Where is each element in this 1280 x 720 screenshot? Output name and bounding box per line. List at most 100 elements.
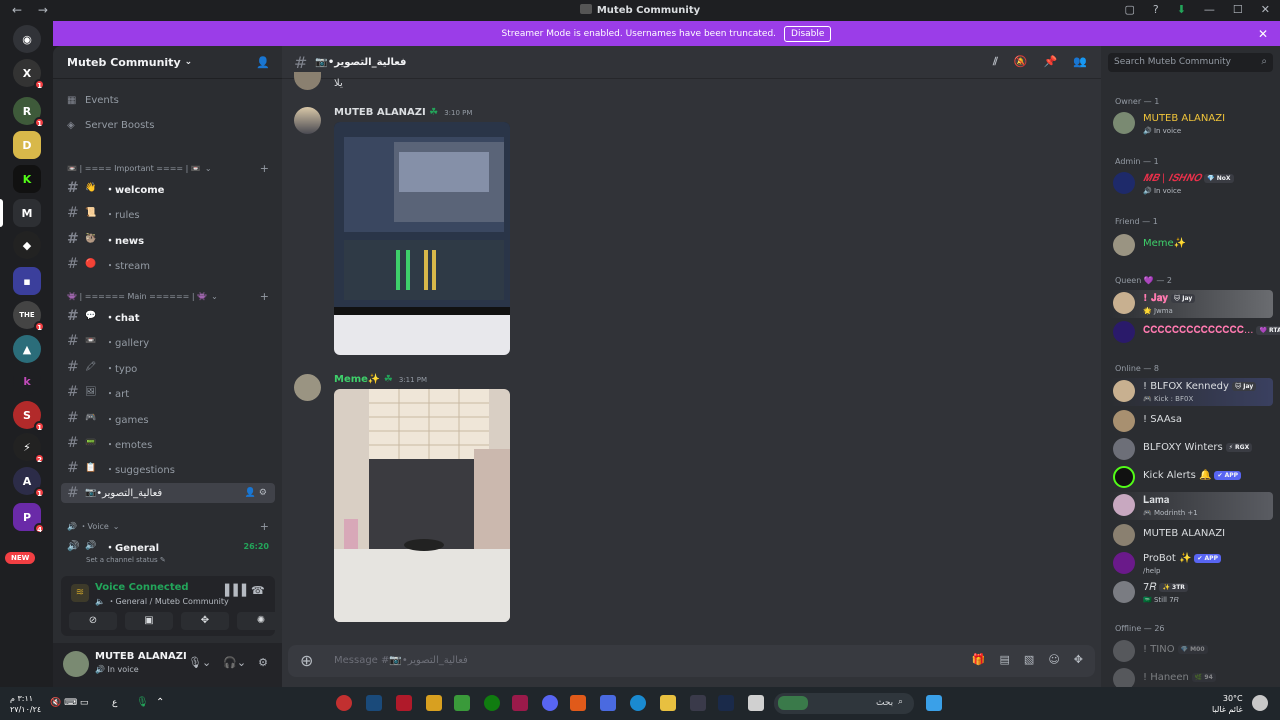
member-item[interactable]: ! 𝐉𝐚𝐲 🐱 Jay 🌟 Jwma	[1109, 290, 1273, 318]
server-icon[interactable]: A1	[13, 467, 45, 498]
server-icon[interactable]: R1	[13, 97, 45, 128]
member-item[interactable]: ! SAAsa	[1109, 408, 1273, 436]
discord-home-icon[interactable]: ◉	[13, 25, 41, 53]
brave-icon[interactable]	[570, 695, 586, 711]
add-channel-icon[interactable]: +	[260, 290, 269, 303]
app-icon[interactable]	[748, 695, 764, 711]
pin-icon[interactable]: 📌	[1044, 55, 1058, 69]
member-item[interactable]: Meme✨	[1109, 232, 1273, 260]
member-item[interactable]: 7𝑅 ✨ 3TR 🇸🇦 Still 7𝑅	[1109, 579, 1273, 607]
app-icon[interactable]	[454, 695, 470, 711]
folder-icon[interactable]	[660, 695, 676, 711]
avatar[interactable]	[294, 72, 321, 90]
activities-button[interactable]: ✥	[181, 612, 229, 630]
add-attachment-icon[interactable]: ⊕	[300, 651, 313, 670]
image-attachment[interactable]	[334, 389, 510, 622]
channel-emotes[interactable]: # 📟 ・emotes	[61, 433, 275, 453]
gear-icon[interactable]: ⚙	[258, 656, 268, 669]
gif-icon[interactable]: ▤	[1000, 653, 1010, 666]
maximize-button[interactable]: ☐	[1233, 3, 1243, 16]
sidebar-item-server-boosts[interactable]: ◈ Server Boosts	[61, 115, 275, 135]
folder-icon[interactable]: ▪	[13, 267, 41, 295]
disable-button[interactable]: Disable	[784, 25, 832, 42]
add-channel-icon[interactable]: +	[260, 162, 269, 175]
message-author[interactable]: MUTEB ALANAZI	[334, 107, 426, 118]
minimize-button[interactable]: —	[1204, 3, 1215, 16]
channel-rules[interactable]: # 📜 ・rules	[61, 203, 275, 223]
member-item[interactable]: 𝐋𝐚𝐦𝐚 🎮 Modrinth +1	[1109, 492, 1273, 520]
sticker-icon[interactable]: ▧	[1024, 653, 1034, 666]
channel-stream[interactable]: # 🔴 ・stream	[61, 254, 275, 274]
discord-taskbar-icon[interactable]	[336, 695, 352, 711]
disconnect-icon[interactable]: ☎	[251, 584, 265, 597]
category-main[interactable]: 👾 | ====== Main ====== | 👾 ⌄ +	[67, 290, 273, 303]
server-icon[interactable]: k	[13, 367, 41, 395]
windows-start-icon[interactable]	[926, 695, 942, 711]
clock[interactable]: ٣:١١ م ٢٧/١٠/٢٤	[10, 693, 41, 715]
voice-channel-general[interactable]: 🔊 🔊 ・General 26:20	[61, 536, 275, 556]
headphones-icon[interactable]: 🎧⌄	[223, 656, 246, 669]
server-icon[interactable]: ⚡ 2	[13, 433, 45, 464]
edge-icon[interactable]	[630, 695, 646, 711]
language-indicator[interactable]: ع	[112, 698, 117, 708]
channel-games[interactable]: # 🎮 ・games	[61, 408, 275, 428]
xbox-icon[interactable]	[484, 695, 500, 711]
member-item[interactable]: 𝐂𝐂𝐂𝐂𝐂𝐂𝐂𝐂𝐂𝐂𝐂𝐂𝐂𝐂... 💜 RTA	[1109, 319, 1280, 347]
search-input[interactable]: Search Muteb Community ⌕	[1108, 53, 1273, 72]
microphone-icon[interactable]: 🎙⌄	[188, 656, 211, 669]
message-input[interactable]: Message #📷•فعالية_التصوير	[334, 655, 468, 666]
weather-widget[interactable]: 30°C غائم غالبا	[1212, 693, 1243, 715]
avatar[interactable]	[294, 107, 321, 134]
app-icon[interactable]	[366, 695, 382, 711]
member-item[interactable]: 𝑴𝑩 | 𝑰𝑺𝑯𝑵𝑶 💎 NoX 🔊 In voice	[1109, 170, 1273, 198]
noise-suppression-icon[interactable]: ▌▌▌	[225, 584, 250, 597]
server-header[interactable]: Muteb Community ⌄ 👤	[53, 46, 282, 79]
server-icon[interactable]: D	[13, 131, 41, 159]
threads-icon[interactable]: ⫽	[993, 55, 998, 69]
microphone-icon[interactable]: 🎙	[136, 697, 149, 708]
channel-status[interactable]: Set a channel status ✎	[86, 556, 166, 564]
notifications-off-icon[interactable]: 🔕	[1014, 55, 1028, 69]
member-item[interactable]: ! Haneen 🌿 94	[1109, 666, 1273, 687]
taskbar-search[interactable]: بحث ⌕	[774, 693, 914, 714]
member-item[interactable]: Kick Alerts 🔔 ✔ APP	[1109, 464, 1273, 492]
members-icon[interactable]: 👥	[1073, 55, 1087, 69]
store-icon[interactable]	[600, 695, 616, 711]
member-item[interactable]: ! TINO 💎 M00	[1109, 638, 1273, 666]
server-icon[interactable]: X1	[13, 59, 45, 90]
channel-gallery[interactable]: # 📼 ・gallery	[61, 331, 275, 351]
camera-off-button[interactable]: ⊘	[69, 612, 117, 630]
channel-welcome[interactable]: # 👋 ・welcome	[61, 178, 275, 198]
close-button[interactable]: ✕	[1261, 3, 1270, 16]
avatar[interactable]	[63, 651, 89, 677]
server-icon[interactable]: ◆	[13, 231, 41, 259]
channel-photo-event[interactable]: # 📷 •فعالية_التصوير 👤 ⚙	[61, 483, 275, 503]
image-attachment[interactable]	[334, 122, 510, 355]
voice-connected-title[interactable]: Voice Connected	[95, 582, 189, 593]
inbox-icon[interactable]: ▢	[1124, 3, 1134, 16]
member-item[interactable]: ! BLFOX Kennedy 🐱 Jay 🎮 Kick : BF0X	[1109, 378, 1273, 406]
channel-typo[interactable]: # 🖍 ・typo	[61, 357, 275, 377]
category-important[interactable]: 📼 | ==== Important ==== | 📼 ⌄ +	[67, 162, 273, 175]
member-item[interactable]: MUTEB ALANAZI	[1109, 522, 1273, 550]
category-voice[interactable]: 🔊 ・Voice ⌄ +	[67, 520, 273, 533]
help-icon[interactable]: ?	[1153, 3, 1159, 16]
soundboard-button[interactable]: ✺	[237, 612, 285, 630]
channel-news[interactable]: # 🦥 ・news	[61, 229, 275, 249]
server-icon[interactable]: M	[13, 199, 41, 227]
message-author[interactable]: Meme✨	[334, 374, 380, 385]
voice-connected-subtitle[interactable]: 🔈 ・General / Muteb Community	[95, 596, 229, 607]
steam-icon[interactable]	[718, 695, 734, 711]
screen-share-button[interactable]: ▣	[125, 612, 173, 630]
app-icon[interactable]	[690, 695, 706, 711]
kick-server-icon[interactable]: K	[13, 165, 41, 193]
apps-icon[interactable]: ✥	[1074, 653, 1083, 666]
download-icon[interactable]: ⬇	[1177, 3, 1186, 16]
user-name[interactable]: MUTEB ALANAZI	[95, 651, 187, 662]
channel-chat[interactable]: # 💬 ・chat	[61, 306, 275, 326]
app-icon[interactable]	[512, 695, 528, 711]
discord-icon[interactable]	[542, 695, 558, 711]
invite-icon[interactable]: 👤	[256, 56, 270, 69]
member-item[interactable]: BLFOXY Winters ⚡ RGX	[1109, 436, 1273, 464]
server-icon[interactable]: ▲	[13, 335, 41, 363]
